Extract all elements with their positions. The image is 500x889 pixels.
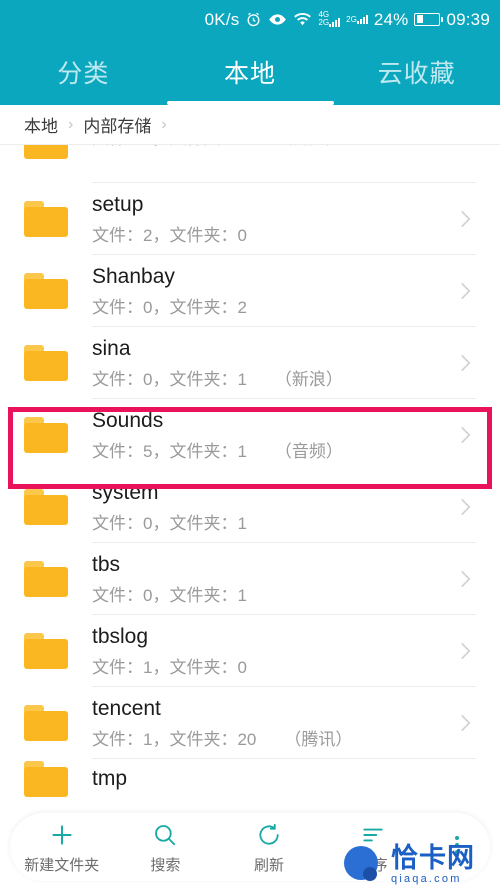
sim1-network-type-bottom: 2G [318, 18, 330, 27]
folder-icon [24, 345, 68, 381]
folder-name: sina [92, 336, 131, 360]
folder-name: setup [92, 192, 144, 216]
folder-icon [24, 417, 68, 453]
folder-name: tbs [92, 552, 121, 576]
folder-counts: 文件：1，文件夹：20 [92, 730, 257, 750]
search-icon [152, 820, 178, 850]
refresh-button[interactable]: 刷新 [225, 820, 313, 875]
folder-name: tencent [92, 696, 161, 720]
eye-icon [268, 12, 287, 27]
tab-cloud-favorites[interactable]: 云收藏 [333, 38, 500, 105]
folder-note: （音频） [274, 442, 343, 462]
watermark-title: 恰卡网 [391, 842, 475, 873]
folder-counts: 文件：5，文件夹：1 [92, 442, 247, 462]
battery-icon [414, 12, 444, 26]
folder-name: Shanbay [92, 264, 175, 288]
wifi-icon [293, 12, 312, 27]
chevron-right-icon [452, 422, 478, 448]
folder-note: （腾讯） [284, 730, 353, 750]
folder-icon [24, 273, 68, 309]
chevron-right-icon: › [161, 115, 167, 133]
breadcrumb: 本地 › 内部存储 › [0, 105, 500, 145]
clock-time: 09:39 [446, 9, 490, 29]
list-item[interactable]: tbs 文件：0，文件夹：1 [0, 543, 500, 615]
chevron-right-icon: › [68, 115, 74, 133]
folder-note: （铃声） [275, 145, 343, 149]
list-item-sounds[interactable]: Sounds 文件：5，文件夹：1 （音频） [0, 399, 500, 471]
folder-counts: 文件：0，文件夹：1 [92, 586, 247, 606]
search-button[interactable]: 搜索 [121, 820, 209, 875]
chevron-right-icon [452, 494, 478, 520]
watermark-logo-icon [340, 843, 386, 887]
folder-icon [24, 201, 68, 237]
sim2-signal-icon: 2G [346, 14, 368, 24]
search-label: 搜索 [150, 856, 181, 874]
folder-note: （新浪） [274, 370, 343, 390]
top-tab-bar: 分类 本地 云收藏 [0, 38, 500, 105]
battery-percent: 24% [373, 9, 409, 29]
list-item[interactable]: tbslog 文件：1，文件夹：0 [0, 615, 500, 687]
breadcrumb-item-internal[interactable]: 内部存储 [83, 112, 151, 137]
folder-icon [24, 145, 68, 159]
alarm-clock-icon [245, 11, 262, 28]
folder-name: tmp [92, 766, 128, 790]
refresh-icon [256, 820, 282, 850]
site-watermark: 恰卡网 qiaqa.com [340, 840, 500, 889]
list-item[interactable]: setup 文件：2，文件夹：0 [0, 183, 500, 255]
folder-icon [24, 489, 68, 525]
folder-list[interactable]: 文件：0，文件夹：0 （铃声） setup 文件：2，文件夹：0 [0, 145, 500, 889]
status-bar: 0K/s 4G 2G 2G 24% 09:39 [0, 0, 500, 38]
sim1-signal-icon: 4G 2G [318, 11, 341, 27]
folder-name: Sounds [92, 408, 164, 432]
folder-name: tbslog [92, 624, 149, 648]
folder-icon [24, 633, 68, 669]
refresh-label: 刷新 [253, 856, 284, 874]
file-manager-screen: 0K/s 4G 2G 2G 24% 09:39 分类 本地 云收藏 本地 › 内… [0, 0, 500, 889]
folder-counts: 文件：0，文件夹：2 [92, 298, 247, 318]
chevron-right-icon [452, 206, 478, 232]
sim2-network-type: 2G [346, 14, 357, 24]
plus-icon [48, 820, 76, 850]
list-item[interactable]: 文件：0，文件夹：0 （铃声） [0, 145, 500, 183]
network-speed: 0K/s [204, 9, 240, 29]
breadcrumb-item-local[interactable]: 本地 [24, 112, 58, 137]
list-item[interactable]: tencent 文件：1，文件夹：20 （腾讯） [0, 687, 500, 759]
chevron-right-icon [452, 638, 478, 664]
new-folder-button[interactable]: 新建文件夹 [18, 820, 106, 875]
folder-name: system [92, 480, 159, 504]
chevron-right-icon [452, 350, 478, 376]
folder-counts: 文件：1，文件夹：0 [92, 658, 247, 678]
watermark-url: qiaqa.com [391, 872, 462, 885]
folder-counts: 文件：0，文件夹：1 [92, 514, 247, 534]
list-item[interactable]: tmp [0, 759, 500, 799]
list-item[interactable]: Shanbay 文件：0，文件夹：2 [0, 255, 500, 327]
tab-categories[interactable]: 分类 [0, 38, 167, 105]
active-tab-indicator [167, 101, 334, 105]
list-item[interactable]: system 文件：0，文件夹：1 [0, 471, 500, 543]
folder-counts: 文件：2，文件夹：0 [92, 226, 247, 246]
folder-icon [24, 705, 68, 741]
folder-icon [24, 561, 68, 597]
tab-local[interactable]: 本地 [167, 38, 334, 105]
chevron-right-icon [452, 278, 478, 304]
chevron-right-icon [452, 710, 478, 736]
new-folder-label: 新建文件夹 [24, 856, 100, 874]
folder-counts: 文件：0，文件夹：0 [92, 145, 247, 149]
chevron-right-icon [452, 566, 478, 592]
folder-icon [24, 761, 68, 797]
folder-counts: 文件：0，文件夹：1 [92, 370, 247, 390]
list-item[interactable]: sina 文件：0，文件夹：1 （新浪） [0, 327, 500, 399]
